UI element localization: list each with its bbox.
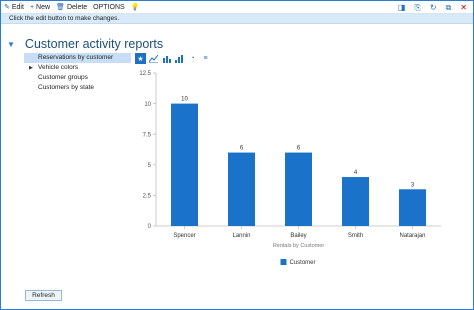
nav-item-label: Vehicle colors bbox=[38, 64, 79, 71]
refresh-button[interactable]: Refresh bbox=[25, 290, 62, 301]
action-pane: ✎ Edit + New 🗑 Delete OPTIONS 💡 ◨ ⎘ ↻ ⧉ … bbox=[1, 1, 473, 14]
page-title: Customer activity reports bbox=[24, 37, 164, 51]
lightbulb-button[interactable]: 💡 bbox=[128, 1, 145, 14]
section-header[interactable]: ▼ Customer activity reports bbox=[7, 37, 163, 51]
bar[interactable] bbox=[228, 152, 255, 226]
new-button[interactable]: + New bbox=[27, 1, 53, 14]
y-tick-label: 12.5 bbox=[139, 71, 151, 77]
filter-icon[interactable]: ≡ bbox=[200, 53, 211, 64]
chart-canvas: 0 2.5 5 7.5 10 12.5 10 Spencer 6 Lannin 6 Bailey 4 Sm… bbox=[139, 71, 441, 266]
edit-label: Edit bbox=[11, 3, 24, 11]
attachment-icon[interactable]: ⎘ bbox=[414, 3, 420, 13]
edit-icon: ✎ bbox=[4, 4, 10, 11]
legend-swatch bbox=[280, 259, 287, 265]
legend-label: Customer bbox=[290, 260, 316, 266]
nav-item-vehicle-colors[interactable]: ▶ Vehicle colors bbox=[24, 63, 131, 73]
y-tick-label: 5 bbox=[148, 163, 152, 169]
trash-icon: 🗑 bbox=[56, 4, 65, 11]
bar-chart: 0 2.5 5 7.5 10 12.5 10 Spencer 6 Lannin 6 Bailey 4 Sm… bbox=[131, 65, 451, 280]
edit-button[interactable]: ✎ Edit bbox=[1, 1, 27, 14]
options-label: OPTIONS bbox=[93, 3, 125, 11]
refresh-icon[interactable]: ↻ bbox=[430, 3, 437, 12]
data-label: 6 bbox=[240, 146, 244, 152]
bar[interactable] bbox=[171, 103, 198, 226]
message-text: Click the edit button to make changes. bbox=[9, 15, 120, 22]
delete-button[interactable]: 🗑 Delete bbox=[53, 1, 90, 14]
data-label: 3 bbox=[411, 182, 415, 188]
expand-triangle-icon[interactable]: ▶ bbox=[29, 63, 33, 73]
nav-item-reservations-by-customer[interactable]: Reservations by customer bbox=[24, 53, 131, 63]
star-icon[interactable]: ★ bbox=[135, 53, 146, 64]
lightbulb-icon: 💡 bbox=[130, 4, 140, 11]
data-label: 4 bbox=[354, 170, 358, 176]
y-tick-label: 0 bbox=[148, 224, 152, 230]
x-tick-label: Spencer bbox=[173, 233, 195, 239]
x-axis-title: Rentals by Customer bbox=[273, 243, 325, 249]
nav-item-customers-by-state[interactable]: Customers by state bbox=[24, 83, 131, 93]
x-tick-label: Bailey bbox=[290, 233, 306, 239]
x-tick-label: Natarajan bbox=[399, 233, 425, 239]
data-label: 6 bbox=[297, 146, 301, 152]
report-list: Reservations by customer ▶ Vehicle color… bbox=[24, 53, 131, 93]
open-new-window-icon[interactable]: ⧉ bbox=[446, 3, 452, 13]
chart-toolbar: ★ ◔ ≡ bbox=[135, 53, 213, 64]
nav-item-label: Customer groups bbox=[38, 74, 88, 81]
collapse-chevron-icon[interactable]: ▼ bbox=[7, 40, 15, 49]
y-tick-label: 2.5 bbox=[143, 194, 152, 200]
line-chart-icon[interactable] bbox=[148, 53, 159, 64]
nav-item-label: Customers by state bbox=[38, 84, 94, 91]
bar-chart-icon[interactable] bbox=[161, 53, 172, 64]
delete-label: Delete bbox=[66, 3, 88, 11]
bar[interactable] bbox=[342, 177, 369, 226]
column-chart-icon[interactable] bbox=[174, 53, 185, 64]
plus-icon: + bbox=[29, 3, 35, 11]
options-menu[interactable]: OPTIONS bbox=[90, 1, 128, 14]
y-tick-label: 10 bbox=[144, 102, 151, 108]
pie-chart-icon[interactable]: ◔ bbox=[187, 53, 198, 64]
x-tick-label: Lannin bbox=[232, 233, 250, 239]
nav-item-label: Reservations by customer bbox=[38, 54, 114, 61]
x-tick-label: Smith bbox=[348, 233, 363, 239]
data-label: 10 bbox=[181, 97, 188, 103]
message-bar: Click the edit button to make changes. bbox=[1, 14, 473, 24]
office-icon[interactable]: ◨ bbox=[398, 3, 406, 12]
close-icon[interactable]: ✕ bbox=[460, 3, 467, 12]
refresh-label: Refresh bbox=[32, 292, 55, 299]
bar[interactable] bbox=[399, 189, 426, 226]
new-label: New bbox=[36, 3, 51, 11]
bar[interactable] bbox=[285, 152, 312, 226]
y-tick-label: 7.5 bbox=[143, 132, 152, 138]
nav-item-customer-groups[interactable]: Customer groups bbox=[24, 73, 131, 83]
